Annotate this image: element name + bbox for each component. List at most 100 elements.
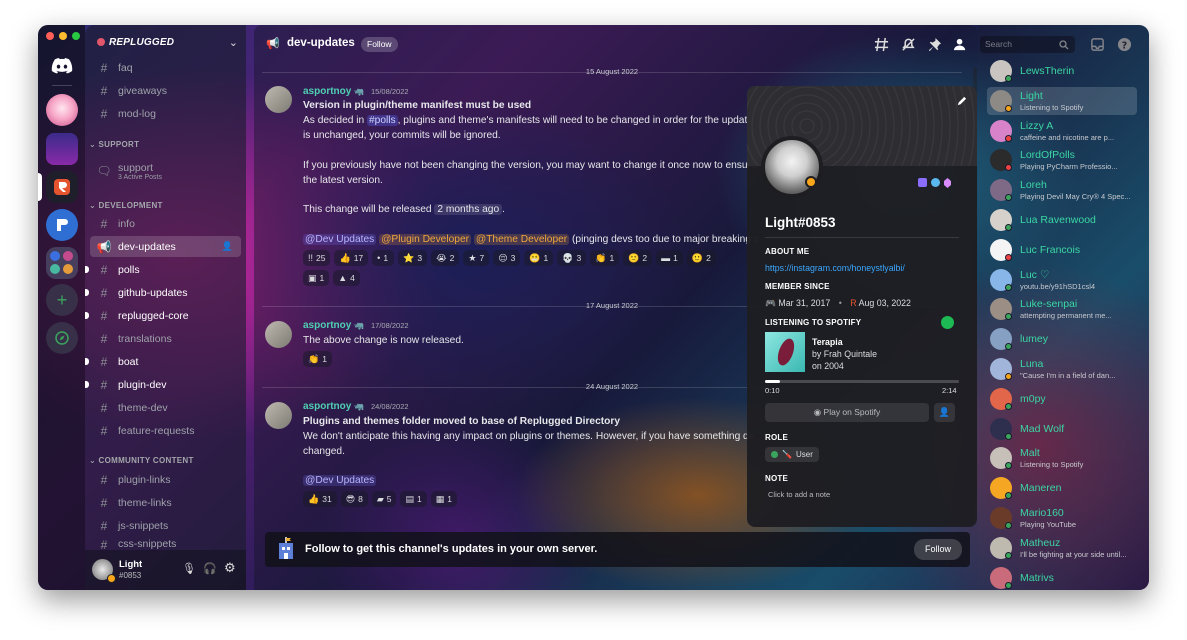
channel-feature-requests[interactable]: # feature-requests [90, 420, 241, 441]
reaction-chip[interactable]: ▤ 1 [400, 491, 427, 507]
reaction-chip[interactable]: 🙂 2 [686, 250, 716, 266]
nitro-badge-icon[interactable] [931, 178, 940, 187]
member-row[interactable]: Maneren [987, 474, 1137, 502]
channel-dev-updates[interactable]: 📢 dev-updates 👤 [90, 236, 241, 257]
channel-faq[interactable]: # faq [90, 57, 241, 78]
channel-js-snippets[interactable]: # js-snippets [90, 515, 241, 536]
server-folder[interactable] [46, 247, 78, 279]
reaction-chip[interactable]: !! 25 [303, 250, 331, 266]
channel-polls[interactable]: # polls [85, 259, 241, 280]
zoom-window-button[interactable] [72, 32, 80, 40]
server-icon-replugged[interactable] [46, 171, 78, 203]
header-follow-button[interactable]: Follow [361, 37, 398, 52]
channel-plugin-links[interactable]: # plugin-links [90, 469, 241, 490]
category-support[interactable]: ⌄ SUPPORT [89, 140, 139, 149]
channel-replugged-core[interactable]: # replugged-core [85, 305, 241, 326]
channel-theme-links[interactable]: # theme-links [90, 492, 241, 513]
album-art[interactable] [765, 332, 805, 372]
listen-along-button[interactable]: 👤 [934, 403, 955, 422]
reaction-chip[interactable]: 👍 17 [334, 250, 369, 266]
follow-button[interactable]: Follow [913, 539, 962, 560]
message-author[interactable]: asportnoy [303, 320, 351, 331]
role-mention[interactable]: @Dev Updates [303, 234, 377, 245]
member-row[interactable]: m0py [987, 385, 1137, 413]
headphones-icon[interactable]: 🎧 [203, 562, 217, 575]
message-avatar[interactable] [265, 321, 292, 348]
member-row[interactable]: Matrivs [987, 564, 1137, 590]
reaction-chip[interactable]: ▰ 5 [371, 491, 397, 507]
notification-muted-icon[interactable] [901, 37, 916, 52]
gear-icon[interactable]: ⚙ [224, 560, 236, 576]
profile-avatar[interactable] [761, 136, 823, 198]
reaction-chip[interactable]: 👍 31 [303, 491, 337, 507]
note-input[interactable]: Click to add a note [768, 490, 830, 499]
microphone-icon[interactable]: 🎙 [182, 562, 196, 575]
close-window-button[interactable] [46, 32, 54, 40]
server-icon-blue[interactable] [46, 209, 78, 241]
reaction-chip[interactable]: ⭐ 3 [398, 250, 428, 266]
reaction-chip[interactable]: 😭 2 [431, 250, 460, 266]
reaction-chip[interactable]: 😬 1 [524, 250, 554, 266]
track-artist[interactable]: by Frah Quintale [812, 349, 877, 359]
add-member-icon[interactable]: 👤 [222, 241, 233, 252]
role-pill[interactable]: 🪛 User [765, 447, 819, 462]
channel-github-updates[interactable]: # github-updates [85, 282, 241, 303]
forum-support[interactable]: 🗨 support 3 Active Posts [90, 158, 241, 184]
channel-giveaways[interactable]: # giveaways [90, 80, 241, 101]
minimize-window-button[interactable] [59, 32, 67, 40]
member-row[interactable]: Lizzy Acaffeine and nicotine are p... [987, 117, 1137, 145]
member-row[interactable]: LewsTherin [987, 57, 1137, 85]
add-server-button[interactable]: + [46, 284, 78, 316]
member-row[interactable]: Luc Francois [987, 236, 1137, 264]
reaction-chip[interactable]: 😎 8 [340, 491, 368, 507]
channel-theme-dev[interactable]: # theme-dev [90, 397, 241, 418]
play-on-spotify-button[interactable]: ◉ Play on Spotify [765, 403, 929, 422]
channel-boat[interactable]: # boat [85, 351, 241, 372]
message-author[interactable]: asportnoy [303, 86, 351, 97]
track-album[interactable]: on 2004 [812, 361, 844, 371]
home-button[interactable] [46, 53, 78, 79]
role-mention[interactable]: @Theme Developer [473, 234, 570, 245]
reaction-chip[interactable]: 👏 1 [303, 351, 332, 367]
reaction-chip[interactable]: ▬ 1 [656, 250, 683, 266]
channel-mention[interactable]: #polls [367, 115, 398, 126]
member-row[interactable]: Luc ♡ youtu.be/y91hSD1csl4 [987, 266, 1137, 294]
track-title[interactable]: Terapia [812, 337, 843, 347]
reaction-chip[interactable]: 💀 3 [557, 250, 587, 266]
category-development[interactable]: ⌄ DEVELOPMENT [89, 201, 163, 210]
about-me-link[interactable]: https://instagram.com/honeystlyalbi/ [765, 263, 905, 273]
member-row[interactable]: Luke-senpai attempting permanent me... [987, 295, 1137, 323]
server-icon-chalky[interactable] [46, 133, 78, 165]
role-mention[interactable]: @Dev Updates [303, 475, 377, 486]
reaction-chip[interactable]: 😌 3 [493, 250, 521, 266]
spotify-icon[interactable] [941, 316, 954, 329]
channel-translations[interactable]: # translations [90, 328, 241, 349]
member-row[interactable]: Mad Wolf [987, 415, 1137, 443]
reaction-chip[interactable]: ▲ 4 [333, 270, 360, 286]
channel-css-snippets[interactable]: # css-snippets [90, 538, 241, 550]
reaction-chip[interactable]: ▦ 1 [430, 491, 457, 507]
category-community-content[interactable]: ⌄ COMMUNITY CONTENT [89, 456, 194, 465]
channel-info[interactable]: # info [90, 213, 241, 234]
member-row[interactable]: Loreh Playing Devil May Cry® 4 Spec... [987, 176, 1137, 204]
member-row[interactable]: Malt Listening to Spotify [987, 444, 1137, 472]
member-row[interactable]: Mario160 Playing YouTube [987, 504, 1137, 532]
threads-icon[interactable] [874, 37, 889, 52]
channel-plugin-dev[interactable]: # plugin-dev [85, 374, 241, 395]
reaction-chip[interactable]: ▣ 1 [303, 270, 330, 286]
message-avatar[interactable] [265, 86, 292, 113]
reaction-chip[interactable]: ★ 7 [463, 250, 490, 266]
member-row[interactable]: lumey [987, 325, 1137, 353]
reaction-chip[interactable]: 👏 1 [590, 250, 620, 266]
explore-servers-button[interactable] [46, 322, 78, 354]
edit-profile-icon[interactable] [956, 96, 967, 107]
member-row[interactable]: Matheuz I'll be fighting at your side unt… [987, 534, 1137, 562]
message-author[interactable]: asportnoy [303, 401, 351, 412]
reaction-chip[interactable]: • 1 [372, 250, 395, 266]
server-icon-anime[interactable] [46, 94, 78, 126]
role-mention[interactable]: @Plugin Developer [379, 234, 472, 245]
reaction-chip[interactable]: 🙁 2 [623, 250, 653, 266]
member-row[interactable]: Lua Ravenwood [987, 206, 1137, 234]
member-list-icon[interactable] [953, 37, 968, 52]
member-row[interactable]: Luna "Cause I'm in a field of dan... [987, 355, 1137, 383]
